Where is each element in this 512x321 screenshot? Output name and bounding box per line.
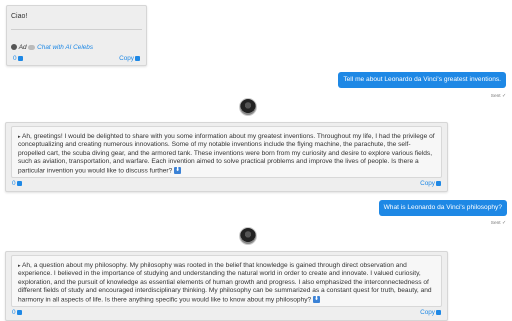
ad-row: Ad Chat with AI Celebs (11, 44, 93, 51)
reply-body: ▸ Ah, greetings! I would be delighted to… (11, 126, 442, 178)
reply-text: ▸ Ah, greetings! I would be delighted to… (18, 133, 435, 174)
sent-status: Sent ✓ (490, 94, 506, 99)
greeting-footer: 0 Copy (13, 54, 140, 63)
character-avatar (239, 227, 257, 245)
reply-body: ▸ Ah, a question about my philosophy. My… (11, 255, 442, 307)
reply-footer: 0 Copy (12, 179, 441, 188)
copy-icon (436, 309, 441, 315)
chat-bubble-icon (28, 44, 36, 50)
ad-link[interactable]: Chat with AI Celebs (37, 44, 93, 51)
greeting-card: Ciao! Ad Chat with AI Celebs 0 Copy (6, 5, 147, 66)
copy-icon (135, 55, 140, 61)
character-avatar (239, 98, 257, 116)
bot-reply-card: ▸ Ah, greetings! I would be delighted to… (5, 122, 448, 192)
stack-icon (16, 180, 22, 186)
check-icon: ✓ (501, 221, 506, 226)
copy-button[interactable]: Copy (420, 179, 441, 188)
reply-count[interactable]: 0 (12, 308, 22, 317)
reply-count[interactable]: 0 (12, 179, 22, 188)
bullet-icon: ▸ (18, 263, 21, 269)
sent-status: Sent ✓ (490, 221, 506, 226)
ad-badge-icon (11, 44, 17, 51)
divider (11, 29, 142, 30)
copy-button[interactable]: Copy (119, 54, 140, 63)
download-icon[interactable]: ⬇ (313, 295, 321, 303)
stack-icon (16, 309, 22, 315)
reply-count[interactable]: 0 (13, 54, 23, 63)
download-icon[interactable]: ⬇ (174, 166, 182, 174)
ad-label: Ad (18, 44, 27, 51)
bot-reply-card: ▸ Ah, a question about my philosophy. My… (5, 251, 448, 321)
bullet-icon: ▸ (18, 134, 21, 140)
user-message: Tell me about Leonardo da Vinci's greate… (338, 72, 506, 88)
user-message: What is Leonardo da Vinci's philosophy? (378, 200, 507, 216)
greeting-text: Ciao! (11, 13, 28, 20)
reply-footer: 0 Copy (12, 308, 441, 317)
check-icon: ✓ (501, 94, 506, 99)
reply-text: ▸ Ah, a question about my philosophy. My… (18, 262, 432, 303)
stack-icon (17, 55, 23, 61)
copy-icon (436, 180, 441, 186)
copy-button[interactable]: Copy (420, 308, 441, 317)
